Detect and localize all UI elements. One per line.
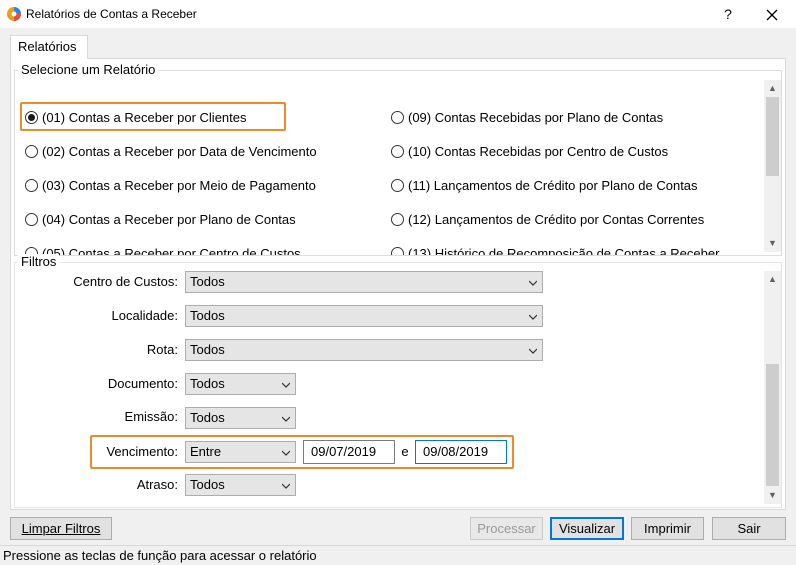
- atraso-value: Todos: [190, 477, 225, 492]
- localidade-value: Todos: [190, 308, 225, 323]
- radio-icon: [391, 246, 404, 255]
- centro-custos-value: Todos: [190, 274, 225, 289]
- chevron-down-icon: [282, 483, 290, 489]
- radio-icon: [25, 212, 38, 226]
- vencimento-highlight: [90, 435, 514, 469]
- documento-label: Documento:: [107, 376, 178, 391]
- report-option-02[interactable]: (02) Contas a Receber por Data de Vencim…: [25, 141, 317, 161]
- close-icon: [766, 9, 778, 21]
- report-option-label: (11) Lançamentos de Crédito por Plano de…: [408, 177, 698, 193]
- print-button[interactable]: Imprimir: [631, 517, 704, 540]
- rota-value: Todos: [190, 342, 225, 357]
- report-option-11[interactable]: (11) Lançamentos de Crédito por Plano de…: [391, 175, 698, 195]
- filters-scrollbar[interactable]: ▲ ▼: [764, 271, 781, 504]
- radio-icon: [25, 178, 38, 192]
- scroll-down-icon[interactable]: ▼: [764, 487, 781, 504]
- close-button[interactable]: [756, 2, 788, 26]
- filters-group-label: Filtros: [18, 254, 60, 270]
- process-button[interactable]: Processar: [470, 517, 543, 540]
- report-option-04[interactable]: (04) Contas a Receber por Plano de Conta…: [25, 209, 296, 229]
- clear-filters-label: Limpar Filtros: [21, 521, 101, 536]
- report-option-09[interactable]: (09) Contas Recebidas por Plano de Conta…: [391, 107, 663, 127]
- emissao-label: Emissão:: [124, 409, 178, 424]
- chevron-down-icon: [529, 280, 537, 286]
- localidade-label: Localidade:: [111, 308, 179, 323]
- centro-custos-label: Centro de Custos:: [73, 274, 178, 289]
- help-button[interactable]: ?: [714, 2, 742, 26]
- exit-button[interactable]: Sair: [712, 517, 786, 540]
- report-option-label: (05) Contas a Receber por Centro de Cust…: [42, 245, 301, 256]
- atraso-label: Atraso:: [136, 477, 178, 492]
- window-title: Relatórios de Contas a Receber: [26, 7, 197, 21]
- scroll-down-icon[interactable]: ▼: [764, 235, 781, 252]
- atraso-select[interactable]: Todos: [185, 474, 296, 496]
- emissao-value: Todos: [190, 410, 225, 425]
- emissao-select[interactable]: Todos: [185, 407, 296, 429]
- chevron-down-icon: [282, 416, 290, 422]
- report-option-label: (10) Contas Recebidas por Centro de Cust…: [408, 143, 669, 159]
- radio-icon: [391, 178, 404, 192]
- clear-filters-button[interactable]: Limpar Filtros: [10, 517, 112, 540]
- scroll-thumb[interactable]: [766, 97, 779, 176]
- status-bar: Pressione as teclas de função para acess…: [0, 545, 796, 565]
- rota-label: Rota:: [146, 342, 178, 357]
- tab-relatorios[interactable]: Relatórios: [10, 35, 88, 59]
- selected-report-highlight: [20, 102, 286, 131]
- documento-value: Todos: [190, 376, 225, 391]
- documento-select[interactable]: Todos: [185, 373, 296, 395]
- report-option-label: (09) Contas Recebidas por Plano de Conta…: [408, 109, 664, 125]
- report-option-label: (02) Contas a Receber por Data de Vencim…: [42, 143, 317, 159]
- chevron-down-icon: [529, 348, 537, 354]
- report-option-05[interactable]: (05) Contas a Receber por Centro de Cust…: [25, 243, 301, 255]
- localidade-select[interactable]: Todos: [185, 305, 543, 327]
- radio-icon: [391, 110, 404, 124]
- rota-select[interactable]: Todos: [185, 339, 543, 361]
- centro-custos-select[interactable]: Todos: [185, 271, 543, 293]
- report-list-scrollbar[interactable]: ▲ ▼: [764, 80, 781, 252]
- report-option-13[interactable]: (13) Histórico de Recomposição de Contas…: [391, 243, 719, 255]
- chevron-down-icon: [282, 382, 290, 388]
- report-option-label: (04) Contas a Receber por Plano de Conta…: [42, 211, 296, 227]
- preview-button[interactable]: Visualizar: [550, 517, 624, 540]
- scroll-up-icon[interactable]: ▲: [764, 80, 781, 97]
- radio-icon: [25, 144, 38, 158]
- report-option-label: (13) Histórico de Recomposição de Contas…: [408, 245, 720, 256]
- report-option-label: (12) Lançamentos de Crédito por Contas C…: [408, 211, 705, 227]
- report-option-12[interactable]: (12) Lançamentos de Crédito por Contas C…: [391, 209, 704, 229]
- report-option-label: (03) Contas a Receber por Meio de Pagame…: [42, 177, 316, 193]
- scroll-thumb[interactable]: [766, 364, 779, 486]
- report-option-10[interactable]: (10) Contas Recebidas por Centro de Cust…: [391, 141, 668, 161]
- report-group-label: Selecione um Relatório: [18, 62, 159, 78]
- radio-icon: [391, 144, 404, 158]
- app-icon: [6, 6, 22, 22]
- chevron-down-icon: [529, 314, 537, 320]
- scroll-up-icon[interactable]: ▲: [764, 271, 781, 288]
- report-option-03[interactable]: (03) Contas a Receber por Meio de Pagame…: [25, 175, 316, 195]
- radio-icon: [391, 212, 404, 226]
